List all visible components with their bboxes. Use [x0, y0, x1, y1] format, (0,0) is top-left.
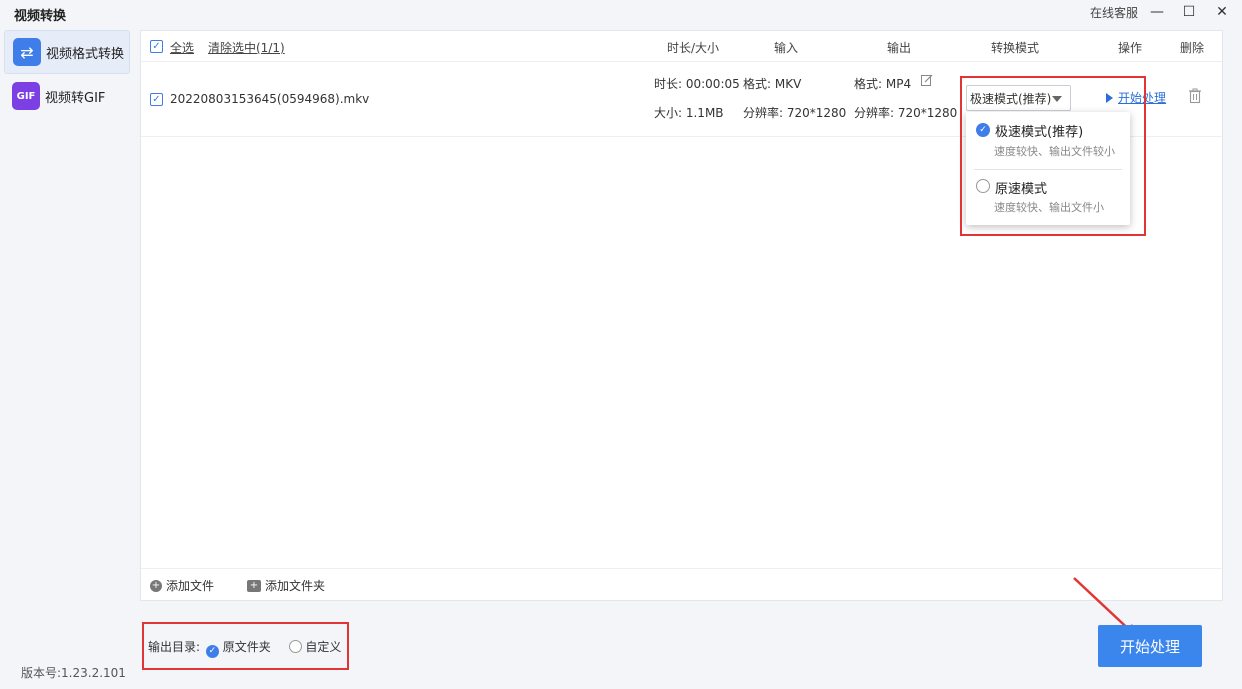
edit-icon[interactable] [921, 74, 933, 86]
file-size: 大小: 1.1MB [654, 106, 724, 120]
app-title: 视频转换 [14, 9, 67, 24]
column-delete: 删除 [1180, 41, 1205, 55]
trash-icon[interactable] [1188, 88, 1202, 104]
output-dir-custom[interactable]: 自定义 [305, 640, 341, 654]
start-button[interactable]: 开始处理 [1098, 625, 1202, 667]
minimize-button[interactable]: — [1143, 0, 1171, 24]
file-duration: 时长: 00:00:05 [654, 77, 740, 91]
maximize-button[interactable]: ☐ [1175, 0, 1203, 24]
gif-icon: GIF [12, 82, 40, 110]
clear-selected-link[interactable]: 清除选中(1/1) [208, 39, 285, 56]
add-bar: + 添加文件 + 添加文件夹 [141, 568, 1222, 602]
add-folder-label: 添加文件夹 [265, 579, 326, 593]
column-action: 操作 [1118, 41, 1143, 55]
column-output: 输出 [887, 41, 912, 55]
output-resolution: 分辨率: 720*1280 [854, 106, 958, 120]
select-all-checkbox[interactable]: ✓ [150, 40, 163, 53]
swap-icon: ⇄ [13, 38, 41, 66]
online-service-link[interactable]: 在线客服 [1090, 4, 1138, 21]
sidebar-item-video-format-convert[interactable]: ⇄ 视频格式转换 [4, 30, 130, 74]
list-header: ✓ 全选 清除选中(1/1) 时长/大小 输入 输出 转换模式 操作 删除 [141, 31, 1222, 62]
sidebar-item-video-to-gif[interactable]: GIF 视频转GIF [4, 74, 130, 118]
select-all-label[interactable]: 全选 [170, 39, 194, 56]
sidebar: ⇄ 视频格式转换 GIF 视频转GIF [0, 26, 136, 689]
input-resolution: 分辨率: 720*1280 [743, 106, 847, 120]
file-name: 20220803153645(0594968).mkv [170, 92, 370, 106]
plus-circle-icon: + [150, 579, 162, 592]
input-format: 格式: MKV [743, 77, 802, 91]
add-file-label: 添加文件 [166, 579, 215, 593]
close-button[interactable]: ✕ [1208, 0, 1236, 24]
add-file-button[interactable]: + 添加文件 [150, 577, 214, 594]
sidebar-item-label: 视频格式转换 [46, 46, 125, 62]
add-folder-button[interactable]: + 添加文件夹 [247, 577, 325, 594]
folder-plus-icon: + [247, 579, 261, 592]
output-dir-label: 输出目录: [148, 640, 201, 654]
version-label: 版本号:1.23.2.101 [21, 666, 126, 680]
radio-checked-icon[interactable]: ✓ [205, 645, 219, 658]
output-dir-group: 输出目录: ✓ 原文件夹 自定义 [148, 638, 341, 658]
radio-unchecked-icon[interactable] [288, 640, 302, 653]
sidebar-item-label: 视频转GIF [45, 90, 106, 106]
column-mode: 转换模式 [991, 41, 1040, 55]
highlight-box-mode [960, 76, 1146, 236]
column-duration-size: 时长/大小 [667, 41, 720, 55]
output-dir-original[interactable]: 原文件夹 [223, 640, 271, 654]
output-format: 格式: MP4 [854, 77, 912, 91]
file-checkbox[interactable]: ✓ [150, 93, 163, 106]
column-input: 输入 [774, 41, 799, 55]
title-bar: 视频转换 在线客服 — ☐ ✕ [0, 0, 1242, 26]
